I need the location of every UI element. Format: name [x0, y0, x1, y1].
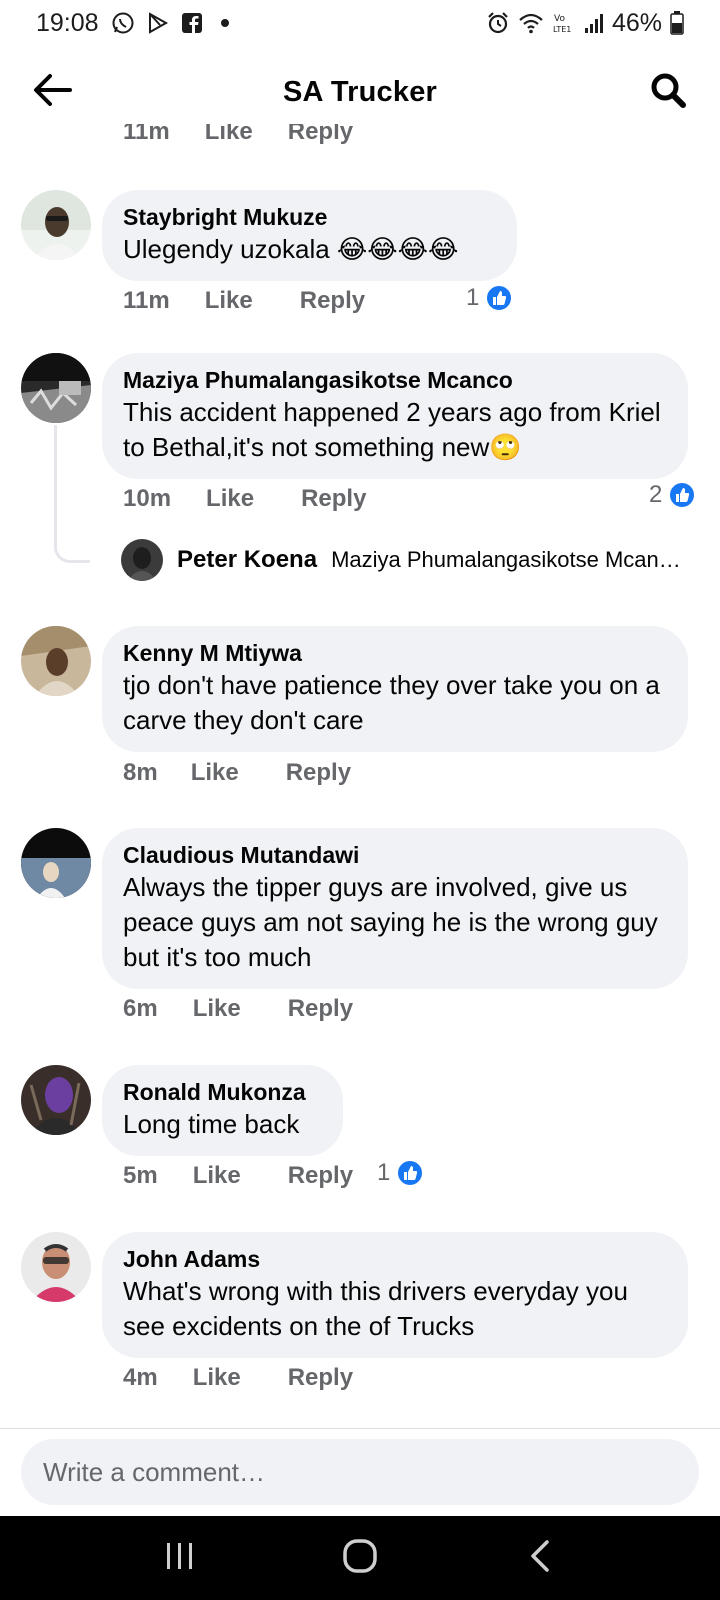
recent-apps-button[interactable]	[150, 1528, 210, 1588]
comment-bubble[interactable]: John Adams What's wrong with this driver…	[102, 1232, 688, 1358]
like-link[interactable]: Like	[191, 759, 239, 787]
comment-text: This accident happened 2 years ago from …	[123, 397, 661, 462]
comment-bubble[interactable]: Maziya Phumalangasikotse Mcanco This acc…	[102, 353, 688, 479]
comment-time: 11m	[123, 287, 170, 314]
back-icon	[530, 1539, 550, 1577]
search-icon	[649, 71, 687, 114]
comment-bubble[interactable]: Claudious Mutandawi Always the tipper gu…	[102, 828, 688, 989]
alarm-icon	[486, 11, 510, 35]
avatar[interactable]	[21, 1232, 91, 1302]
comment-actions: 8m Like Reply	[123, 759, 351, 787]
comment-time: 4m	[123, 1364, 158, 1391]
thumbs-up-icon	[396, 1159, 425, 1187]
avatar[interactable]	[121, 539, 163, 581]
status-time: 19:08	[36, 8, 99, 37]
comment-text: Always the tipper guys are involved, giv…	[123, 872, 658, 972]
reply-preview[interactable]: Peter Koena Maziya Phumalangasikotse Mca…	[121, 539, 691, 581]
reply-link[interactable]: Reply	[288, 1364, 353, 1392]
comment-bubble[interactable]: Kenny M Mtiywa tjo don't have patience t…	[102, 626, 688, 752]
status-bar: 19:08 Vo LTE1 46%	[0, 0, 720, 46]
play-store-icon	[147, 12, 169, 34]
battery-icon	[670, 11, 684, 35]
like-link[interactable]: Like	[193, 1162, 241, 1190]
reply-author[interactable]: Peter Koena	[177, 546, 317, 574]
avatar[interactable]	[21, 1065, 91, 1135]
reply-link[interactable]: Reply	[288, 995, 353, 1023]
system-nav-bar	[0, 1516, 720, 1600]
reply-link[interactable]: Reply	[288, 124, 353, 146]
comment-bubble[interactable]: Staybright Mukuze Ulegendy uzokala 😂😂😂😂	[102, 190, 517, 281]
reaction-number: 1	[377, 1159, 391, 1186]
comment-actions: 6m Like Reply	[123, 995, 353, 1023]
comment-bubble[interactable]: Ronald Mukonza Long time back	[102, 1065, 343, 1156]
avatar[interactable]	[21, 353, 91, 423]
arrow-left-icon	[32, 73, 72, 112]
reaction-count[interactable]: 1	[377, 1159, 425, 1187]
reply-link[interactable]: Reply	[288, 1162, 353, 1190]
reply-link[interactable]: Reply	[301, 485, 366, 513]
avatar[interactable]	[21, 190, 91, 260]
wifi-icon	[518, 12, 544, 34]
comment-author[interactable]: Claudious Mutandawi	[123, 840, 666, 870]
comment-text: What's wrong with this drivers everyday …	[123, 1276, 628, 1341]
comment-time: 8m	[123, 759, 158, 786]
battery-percent: 46%	[611, 8, 662, 37]
like-link[interactable]: Like	[205, 124, 253, 146]
comment-actions: 11m Like Reply	[123, 287, 365, 315]
recent-apps-icon	[165, 1542, 195, 1575]
comment-author[interactable]: John Adams	[123, 1244, 666, 1274]
thumbs-up-icon	[668, 481, 697, 509]
comment-actions: 10m Like Reply	[123, 485, 366, 513]
composer-divider	[0, 1428, 720, 1429]
comments-list[interactable]: 11m Like Reply Staybright Mukuze Ulegend…	[0, 124, 720, 1424]
comment-time: 6m	[123, 995, 158, 1022]
app-header: SA Trucker	[0, 60, 720, 124]
reaction-number: 2	[649, 481, 663, 508]
search-button[interactable]	[644, 68, 692, 116]
comment-author[interactable]: Kenny M Mtiywa	[123, 638, 666, 668]
comment-input[interactable]: Write a comment…	[21, 1439, 699, 1505]
thread-connector	[54, 425, 90, 563]
comment-actions-partial: 11m Like Reply	[123, 124, 353, 146]
signal-icon	[584, 12, 604, 34]
reply-text: Maziya Phumalangasikotse Mcan…	[331, 547, 681, 572]
like-link[interactable]: Like	[193, 995, 241, 1023]
reaction-number: 1	[466, 284, 480, 311]
reaction-count[interactable]: 1	[466, 284, 514, 312]
comment-author[interactable]: Maziya Phumalangasikotse Mcanco	[123, 365, 666, 395]
comment-time: 5m	[123, 1162, 158, 1189]
svg-text:LTE1: LTE1	[553, 25, 571, 34]
page-title: SA Trucker	[282, 75, 438, 108]
comment-placeholder: Write a comment…	[43, 1456, 266, 1487]
comment-text: tjo don't have patience they over take y…	[123, 670, 660, 735]
comment-time: 11m	[123, 124, 170, 145]
comment-text: Long time back	[123, 1109, 300, 1139]
thumbs-up-icon	[485, 284, 514, 312]
avatar[interactable]	[21, 828, 91, 898]
reply-link[interactable]: Reply	[286, 759, 351, 787]
whatsapp-icon	[111, 11, 135, 35]
back-nav-button[interactable]	[510, 1528, 570, 1588]
like-link[interactable]: Like	[205, 287, 253, 315]
dot-icon	[220, 19, 229, 27]
back-button[interactable]	[28, 68, 76, 116]
volte-icon: Vo LTE1	[552, 12, 576, 34]
reaction-count[interactable]: 2	[649, 481, 697, 509]
comment-actions: 4m Like Reply	[123, 1364, 353, 1392]
comment-time: 10m	[123, 485, 172, 512]
avatar[interactable]	[21, 626, 91, 696]
comment-author[interactable]: Staybright Mukuze	[123, 202, 495, 232]
like-link[interactable]: Like	[206, 485, 254, 513]
comment-author[interactable]: Ronald Mukonza	[123, 1077, 321, 1107]
home-icon	[343, 1538, 377, 1578]
home-button[interactable]	[330, 1528, 390, 1588]
comment-actions: 5m Like Reply	[123, 1162, 353, 1190]
comment-text: Ulegendy uzokala 😂😂😂😂	[123, 234, 459, 264]
like-link[interactable]: Like	[193, 1364, 241, 1392]
facebook-icon	[181, 12, 203, 34]
reply-link[interactable]: Reply	[300, 287, 365, 315]
svg-text:Vo: Vo	[554, 14, 565, 24]
